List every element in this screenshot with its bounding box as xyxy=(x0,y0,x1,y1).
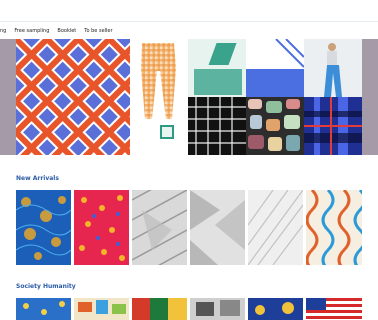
hero-black-grid xyxy=(188,97,246,155)
society-tile-4[interactable] xyxy=(190,298,245,320)
hero-mosaic xyxy=(246,97,304,155)
new-arrivals-tile-3[interactable] xyxy=(132,190,187,265)
hero-right-edge xyxy=(362,39,378,155)
nav-item-to-be-seller[interactable]: To be seller xyxy=(84,28,112,34)
new-arrivals-tile-2[interactable] xyxy=(74,190,129,265)
hero-blue-stripes xyxy=(246,39,304,97)
society-tile-2[interactable] xyxy=(74,298,129,320)
nav-item-partial[interactable]: ng xyxy=(0,28,6,34)
hero-left-edge xyxy=(0,39,16,155)
hero-model-photo xyxy=(304,39,362,97)
hero-banner[interactable] xyxy=(0,39,378,155)
hero-diamond-pattern xyxy=(16,39,130,155)
hero-plaid xyxy=(304,97,362,155)
section-title-new-arrivals[interactable]: New Arrivals xyxy=(16,175,59,182)
new-arrivals-tile-4[interactable] xyxy=(190,190,245,265)
society-tile-3[interactable] xyxy=(132,298,187,320)
main-nav: ng Free sampling Booklet To be seller xyxy=(0,22,378,40)
society-tile-1[interactable] xyxy=(16,298,71,320)
new-arrivals-tile-6[interactable] xyxy=(306,190,362,265)
society-tile-5[interactable] xyxy=(248,298,303,320)
top-bar xyxy=(0,0,378,22)
nav-item-booklet[interactable]: Booklet xyxy=(57,28,76,34)
society-tile-6[interactable] xyxy=(306,298,362,320)
hero-checkered-pants xyxy=(130,39,188,155)
hero-teal-stripes xyxy=(188,39,246,97)
new-arrivals-tile-1[interactable] xyxy=(16,190,71,265)
new-arrivals-tile-5[interactable] xyxy=(248,190,303,265)
section-title-society-humanity[interactable]: Society Humanity xyxy=(16,283,76,290)
nav-item-free-sampling[interactable]: Free sampling xyxy=(14,28,49,34)
